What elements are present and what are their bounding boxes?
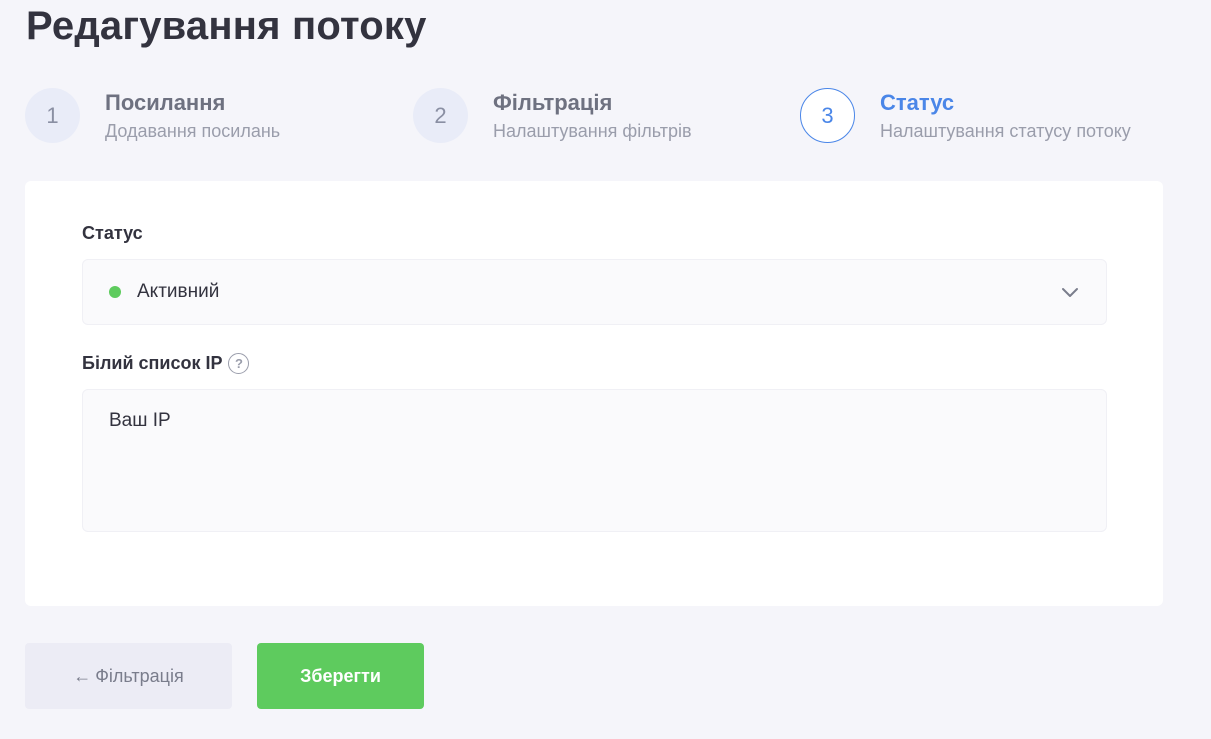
step-title: Фільтрація — [493, 90, 613, 115]
step-title: Посилання — [105, 90, 226, 115]
back-to-filtering-button[interactable]: ← Фільтрація — [25, 643, 232, 709]
status-value: Активний — [137, 281, 220, 302]
step-text: Посилання Додавання посилань — [105, 90, 280, 146]
step-subtitle: Налаштування статусу потоку — [880, 121, 1131, 141]
step-number: 1 — [25, 88, 80, 143]
ip-whitelist-textarea[interactable]: Ваш IP — [82, 389, 1107, 532]
step-subtitle: Додавання посилань — [105, 121, 281, 141]
status-select[interactable]: Активний — [82, 259, 1107, 325]
step-title: Статус — [880, 90, 955, 115]
step-status[interactable]: 3 Статус Налаштування статусу потоку — [800, 88, 1131, 146]
save-button[interactable]: Зберегти — [257, 643, 424, 709]
ip-whitelist-label: Білий список IP — [82, 353, 223, 373]
question-circle-icon[interactable]: ? — [228, 353, 250, 374]
status-label: Статус — [82, 223, 143, 243]
status-dot — [109, 286, 121, 298]
step-number: 2 — [413, 88, 468, 143]
step-subtitle: Налаштування фільтрів — [493, 121, 692, 141]
step-filtering[interactable]: 2 Фільтрація Налаштування фільтрів — [413, 88, 692, 146]
back-button-label: Фільтрація — [95, 665, 184, 686]
form-card: Статус Активний Білий список IP ? Ваш IP — [25, 181, 1163, 606]
page: Редагування потоку 1 Посилання Додавання… — [0, 0, 1211, 739]
chevron-down-icon — [1062, 288, 1078, 297]
step-links[interactable]: 1 Посилання Додавання посилань — [25, 88, 280, 146]
arrow-left-icon: ← — [73, 665, 92, 686]
step-text: Фільтрація Налаштування фільтрів — [493, 90, 692, 146]
step-text: Статус Налаштування статусу потоку — [880, 90, 1131, 146]
ip-whitelist-label-row: Білий список IP ? — [82, 353, 250, 374]
page-title: Редагування потоку — [26, 4, 427, 48]
step-number: 3 — [800, 88, 855, 143]
